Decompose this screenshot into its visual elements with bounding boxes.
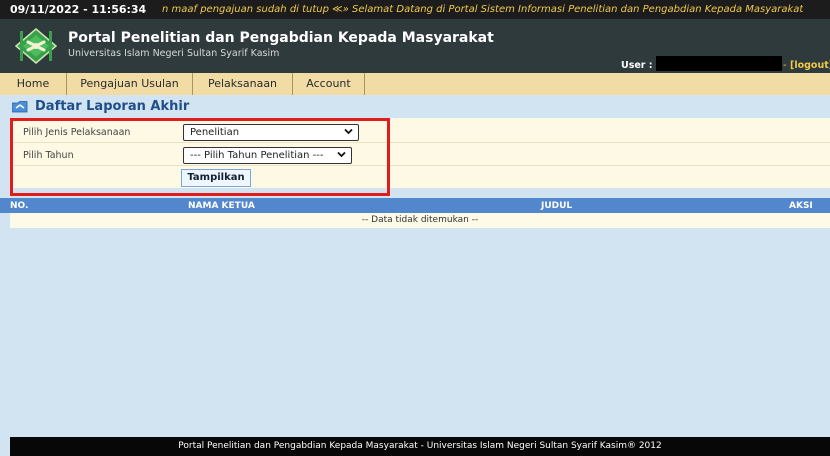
table-header: NO. NAMA KETUA JUDUL AKSI bbox=[0, 198, 830, 213]
nav-item-account[interactable]: Account bbox=[293, 73, 365, 95]
nav-item-home[interactable]: Home bbox=[0, 73, 67, 95]
user-label: User : bbox=[621, 60, 653, 71]
nav-item-pengajuan-usulan[interactable]: Pengajuan Usulan bbox=[67, 73, 193, 95]
page-title: Daftar Laporan Akhir bbox=[35, 99, 190, 114]
tahun-row: Pilih Tahun --- Pilih Tahun Penelitian -… bbox=[10, 145, 830, 166]
uin-logo-icon bbox=[11, 27, 61, 65]
filter-form: Pilih Jenis Pelaksanaan Penelitian Pilih… bbox=[10, 118, 830, 188]
tahun-label: Pilih Tahun bbox=[23, 150, 74, 161]
user-separator: - bbox=[783, 60, 787, 71]
tampilkan-button[interactable]: Tampilkan bbox=[181, 169, 251, 187]
university-name: Universitas Islam Negeri Sultan Syarif K… bbox=[68, 48, 280, 59]
empty-table-message: -- Data tidak ditemukan -- bbox=[10, 213, 830, 228]
chevron-down-icon bbox=[337, 151, 346, 158]
column-header-aksi: AKSI bbox=[789, 201, 813, 211]
portal-title: Portal Penelitian dan Pengabdian Kepada … bbox=[68, 30, 494, 46]
jenis-row: Pilih Jenis Pelaksanaan Penelitian bbox=[10, 122, 830, 143]
column-header-nama-ketua: NAMA KETUA bbox=[188, 201, 255, 211]
report-folder-icon bbox=[12, 100, 28, 112]
datetime-display: 09/11/2022 - 11:56:34 bbox=[10, 3, 147, 16]
main-nav: Home Pengajuan Usulan Pelaksanaan Accoun… bbox=[0, 73, 830, 95]
tahun-select[interactable]: --- Pilih Tahun Penelitian --- bbox=[183, 147, 352, 164]
section-header: Daftar Laporan Akhir bbox=[12, 99, 189, 114]
user-name-redacted bbox=[656, 56, 782, 71]
site-header: Portal Penelitian dan Pengabdian Kepada … bbox=[0, 19, 830, 73]
nav-item-pelaksanaan[interactable]: Pelaksanaan bbox=[193, 73, 293, 95]
column-header-no: NO. bbox=[10, 201, 29, 211]
announcement-marquee: n maaf pengajuan sudah di tutup ≪» Selam… bbox=[162, 4, 804, 15]
chevron-down-icon bbox=[344, 128, 353, 135]
tahun-select-value: --- Pilih Tahun Penelitian --- bbox=[190, 150, 324, 161]
column-header-judul: JUDUL bbox=[541, 201, 573, 211]
footer: Portal Penelitian dan Pengabdian Kepada … bbox=[10, 437, 830, 456]
jenis-select-value: Penelitian bbox=[190, 127, 240, 138]
top-ticker-bar: 09/11/2022 - 11:56:34 n maaf pengajuan s… bbox=[0, 0, 830, 19]
jenis-label: Pilih Jenis Pelaksanaan bbox=[23, 127, 131, 138]
logout-link[interactable]: [logout] bbox=[790, 60, 830, 71]
jenis-select[interactable]: Penelitian bbox=[183, 124, 359, 141]
